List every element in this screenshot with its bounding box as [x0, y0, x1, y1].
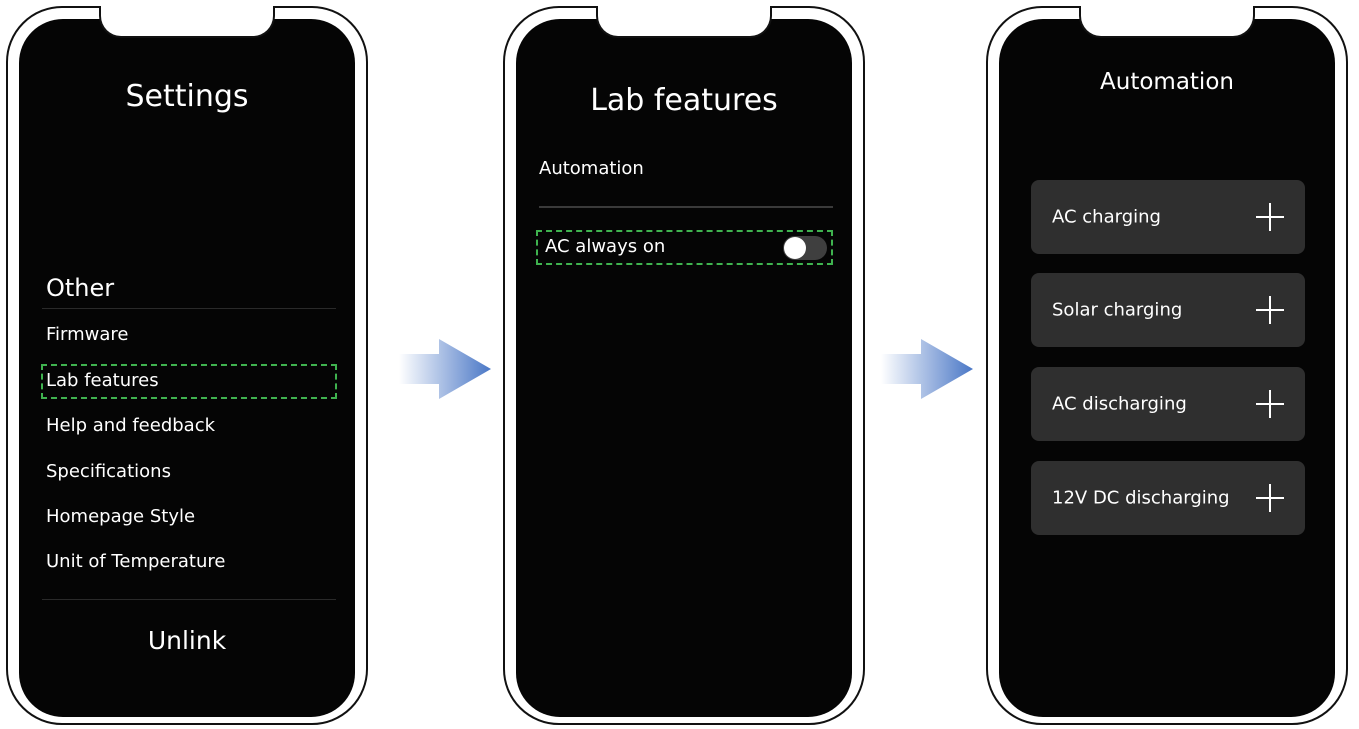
phone-automation: Automation AC charging Solar charging AC…: [986, 6, 1348, 725]
plus-icon[interactable]: [1256, 203, 1284, 231]
section-divider: [42, 308, 336, 309]
section-divider: [539, 206, 833, 208]
page-title: Lab features: [590, 83, 778, 118]
setting-label-ac-always-on: AC always on: [545, 236, 666, 257]
settings-screen: Settings Other Firmware Lab features Hel…: [19, 19, 355, 717]
section-label-automation[interactable]: Automation: [539, 158, 644, 179]
menu-item-lab-features[interactable]: Lab features: [46, 370, 159, 391]
page-title: Automation: [1100, 69, 1234, 95]
phone-notch: [99, 6, 275, 38]
automation-card-solar-charging[interactable]: Solar charging: [1031, 273, 1305, 347]
automation-card-ac-discharging[interactable]: AC discharging: [1031, 367, 1305, 441]
card-label: 12V DC discharging: [1052, 487, 1230, 509]
automation-screen: Automation AC charging Solar charging AC…: [999, 19, 1335, 717]
plus-icon[interactable]: [1256, 390, 1284, 418]
page-title: Settings: [125, 79, 249, 114]
card-label: AC charging: [1052, 206, 1161, 228]
toggle-knob: [784, 237, 806, 259]
arrow-right-icon: [881, 339, 973, 399]
phone-notch: [596, 6, 772, 38]
ac-always-on-toggle[interactable]: [783, 236, 827, 260]
footer-divider: [42, 599, 336, 600]
phone-lab-features: Lab features Automation AC always on: [503, 6, 865, 725]
menu-item-unit-of-temperature[interactable]: Unit of Temperature: [46, 551, 225, 572]
menu-item-firmware[interactable]: Firmware: [46, 324, 129, 345]
arrow-right-icon: [399, 339, 491, 399]
plus-icon[interactable]: [1256, 296, 1284, 324]
menu-item-homepage-style[interactable]: Homepage Style: [46, 506, 195, 527]
menu-item-specifications[interactable]: Specifications: [46, 461, 171, 482]
phone-settings: Settings Other Firmware Lab features Hel…: [6, 6, 368, 725]
section-header-other: Other: [46, 274, 115, 302]
lab-features-screen: Lab features Automation AC always on: [516, 19, 852, 717]
automation-card-ac-charging[interactable]: AC charging: [1031, 180, 1305, 254]
card-label: AC discharging: [1052, 393, 1187, 415]
menu-item-help-and-feedback[interactable]: Help and feedback: [46, 415, 215, 436]
card-label: Solar charging: [1052, 299, 1183, 321]
automation-card-12v-dc-discharging[interactable]: 12V DC discharging: [1031, 461, 1305, 535]
plus-icon[interactable]: [1256, 484, 1284, 512]
phone-notch: [1079, 6, 1255, 38]
unlink-button[interactable]: Unlink: [19, 626, 355, 655]
